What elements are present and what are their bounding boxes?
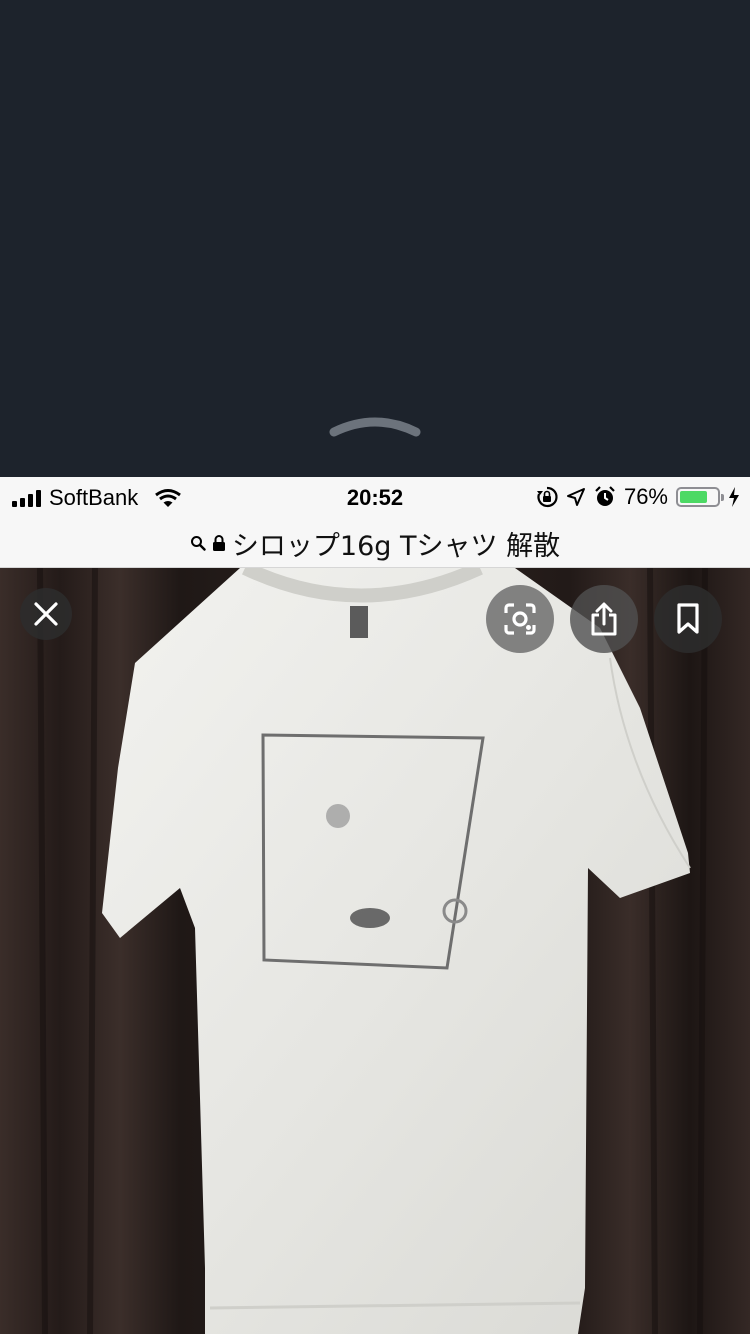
google-lens-icon [504,603,536,635]
page-title: シロップ16g Tシャツ 解散 [231,530,561,562]
charging-bolt-icon [729,487,739,507]
search-icon [190,536,206,551]
lock-icon [212,535,225,551]
battery-icon [676,487,724,507]
close-button[interactable] [20,588,72,640]
chevron-up-icon[interactable] [328,410,422,440]
location-arrow-icon [566,488,585,506]
dimmed-background[interactable] [0,0,750,477]
bookmark-button[interactable] [654,585,722,653]
bookmark-icon [677,603,699,634]
battery-percent: 76% [623,484,668,509]
status-bar: SoftBank 20:52 76% [0,477,750,519]
url-bar[interactable]: シロップ16g Tシャツ 解散 [0,519,750,568]
alarm-icon [595,486,615,506]
share-button[interactable] [570,585,638,653]
google-lens-button[interactable] [486,585,554,653]
rotation-lock-icon [536,486,558,508]
product-photo[interactable] [0,568,750,1334]
close-icon [34,602,58,626]
share-icon [591,602,617,636]
